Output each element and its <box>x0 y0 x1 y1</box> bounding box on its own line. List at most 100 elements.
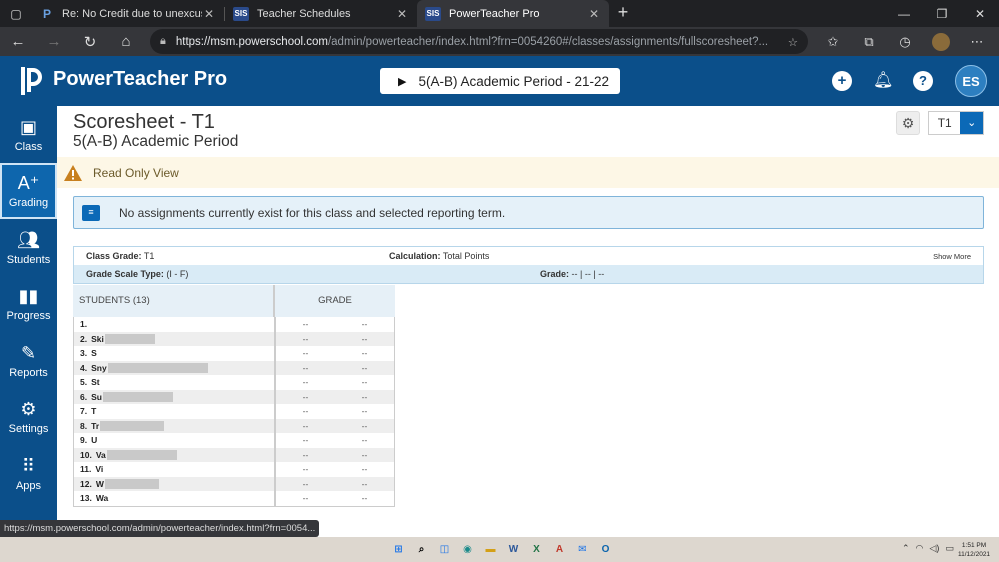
term-select[interactable]: T1 ⌄ <box>928 111 984 135</box>
student-cell[interactable]: 11. Vi <box>74 462 276 477</box>
student-name: Va <box>95 449 106 460</box>
student-name: Ski <box>91 333 104 344</box>
table-row[interactable]: 5. St -- -- <box>74 375 394 390</box>
windows-start-icon[interactable]: ⊞ <box>388 541 409 558</box>
table-row[interactable]: 7. T -- -- <box>74 404 394 419</box>
clock[interactable]: 1:51 PM 11/12/2021 <box>958 541 990 559</box>
student-name: St <box>91 377 100 388</box>
sidebar-item-progress[interactable]: ▮▮ Progress <box>0 276 57 333</box>
table-row[interactable]: 9. U -- -- <box>74 433 394 448</box>
back-icon[interactable]: ← <box>0 33 36 50</box>
class-picker-button[interactable]: ▶ 5(A-B) Academic Period - 21-22 <box>380 68 620 94</box>
browser-tab[interactable]: SIS Teacher Schedules ✕ <box>225 0 417 27</box>
student-cell[interactable]: 12. W <box>74 476 276 491</box>
grade-column-header[interactable]: GRADE <box>275 285 395 317</box>
student-cell[interactable]: 1. <box>74 317 276 332</box>
sidebar-item-settings[interactable]: ⚙ Settings <box>0 389 57 446</box>
student-number: 13. <box>80 493 92 504</box>
browser-tab[interactable]: P Re: No Credit due to unexcused ✕ <box>32 0 224 27</box>
sidebar-item-grading[interactable]: A⁺ Grading <box>0 162 57 219</box>
home-icon[interactable]: ⌂ <box>108 33 144 50</box>
table-row[interactable]: 8. Tr -- -- <box>74 418 394 433</box>
collections-icon[interactable]: ⧉ <box>851 34 887 50</box>
task-view-icon[interactable]: ◫ <box>434 541 455 558</box>
student-cell[interactable]: 13. Wa <box>74 491 276 506</box>
table-row[interactable]: 11. Vi -- -- <box>74 462 394 477</box>
grading-icon: A⁺ <box>17 173 40 194</box>
sidebar-item-label: Reports <box>9 366 48 379</box>
maximize-icon[interactable]: ❐ <box>923 0 961 27</box>
student-cell[interactable]: 9. U <box>74 433 276 448</box>
tab-close-icon[interactable]: ✕ <box>202 7 216 21</box>
excel-icon[interactable]: X <box>526 541 547 558</box>
table-row[interactable]: 10. Va -- -- <box>74 447 394 462</box>
percent-grade: -- <box>361 333 368 344</box>
student-cell[interactable]: 10. Va <box>74 447 276 462</box>
student-cell[interactable]: 6. Su <box>74 389 276 404</box>
sidebar-item-apps[interactable]: ⠿ Apps <box>0 445 57 502</box>
tab-close-icon[interactable]: ✕ <box>395 7 409 21</box>
close-window-icon[interactable]: ✕ <box>961 0 999 27</box>
add-icon[interactable]: + <box>832 71 852 91</box>
bell-icon[interactable]: 🔔︎ <box>873 71 893 91</box>
mail-icon[interactable]: ✉ <box>572 541 593 558</box>
reload-icon[interactable]: ↻ <box>72 33 108 51</box>
table-row[interactable]: 3. S -- -- <box>74 346 394 361</box>
table-row[interactable]: 6. Su -- -- <box>74 389 394 404</box>
volume-icon[interactable]: ◁) <box>929 543 939 554</box>
battery-icon[interactable]: ▭ <box>945 543 954 554</box>
chevron-down-icon[interactable]: ⌄ <box>960 112 983 134</box>
show-more-link[interactable]: Show More <box>933 252 971 261</box>
percent-grade: -- <box>361 493 368 504</box>
new-tab-icon[interactable]: + <box>609 0 637 27</box>
student-cell[interactable]: 8. Tr <box>74 418 276 433</box>
student-cell[interactable]: 2. Ski <box>74 331 276 346</box>
grade-cell: -- -- <box>276 450 394 460</box>
percent-grade: -- <box>361 478 368 489</box>
bookmark-star-icon[interactable]: ☆ <box>788 35 798 49</box>
history-icon[interactable]: ◷ <box>887 34 923 50</box>
sidebar-item-reports[interactable]: ✎ Reports <box>0 332 57 389</box>
scoresheet-settings-button[interactable]: ⚙ <box>896 111 920 135</box>
table-row[interactable]: 4. Sny -- -- <box>74 360 394 375</box>
student-cell[interactable]: 5. St <box>74 375 276 390</box>
window-menu-icon[interactable]: ▢ <box>0 0 32 27</box>
file-explorer-icon[interactable]: ▬ <box>480 541 501 558</box>
favorites-icon[interactable]: ✩ <box>815 34 851 50</box>
profile-avatar[interactable] <box>932 32 950 51</box>
table-row[interactable]: 2. Ski -- -- <box>74 331 394 346</box>
forward-icon[interactable]: → <box>36 33 72 50</box>
sidebar: ▣ Class A⁺ Grading 👥︎ Students ▮▮ Progre… <box>0 106 57 520</box>
student-cell[interactable]: 3. S <box>74 346 276 361</box>
sidebar-item-class[interactable]: ▣ Class <box>0 106 57 163</box>
edge-icon[interactable]: ◉ <box>457 541 478 558</box>
grade-cell: -- -- <box>276 493 394 503</box>
tab-close-icon[interactable]: ✕ <box>587 7 601 21</box>
browser-tab-active[interactable]: SIS PowerTeacher Pro ✕ <box>417 0 609 27</box>
students-column-header[interactable]: STUDENTS (13) <box>73 285 275 317</box>
more-menu-icon[interactable]: ⋯ <box>959 34 995 50</box>
sidebar-item-students[interactable]: 👥︎ Students <box>0 219 57 276</box>
outlook-icon[interactable]: O <box>595 541 616 558</box>
minimize-icon[interactable]: — <box>885 0 923 27</box>
student-cell[interactable]: 7. T <box>74 404 276 419</box>
student-cell[interactable]: 4. Sny <box>74 360 276 375</box>
access-icon[interactable]: A <box>549 541 570 558</box>
student-number: 7. <box>80 406 88 417</box>
table-row[interactable]: 1. -- -- <box>74 317 394 332</box>
main-content: Scoresheet - T1 5(A-B) Academic Period ⚙… <box>57 106 999 520</box>
word-icon[interactable]: W <box>503 541 524 558</box>
table-row[interactable]: 12. W -- -- <box>74 476 394 491</box>
grade-summary: Class Grade: T1 Calculation: Total Point… <box>73 246 984 284</box>
chevron-up-icon[interactable]: ⌃ <box>902 543 910 554</box>
search-icon[interactable]: ⌕ <box>411 541 432 558</box>
student-number: 5. <box>80 377 88 388</box>
user-avatar[interactable]: ES <box>955 65 987 97</box>
help-icon[interactable]: ? <box>913 71 933 91</box>
gear-icon: ⚙ <box>901 115 915 131</box>
percent-grade: -- <box>361 449 368 460</box>
wifi-icon[interactable]: ◠ <box>916 543 924 554</box>
table-row[interactable]: 13. Wa -- -- <box>74 491 394 506</box>
address-bar[interactable]: 🔒︎ https://msm.powerschool.com /admin/po… <box>150 29 808 54</box>
browser-toolbar: ← → ↻ ⌂ 🔒︎ https://msm.powerschool.com /… <box>0 27 999 56</box>
